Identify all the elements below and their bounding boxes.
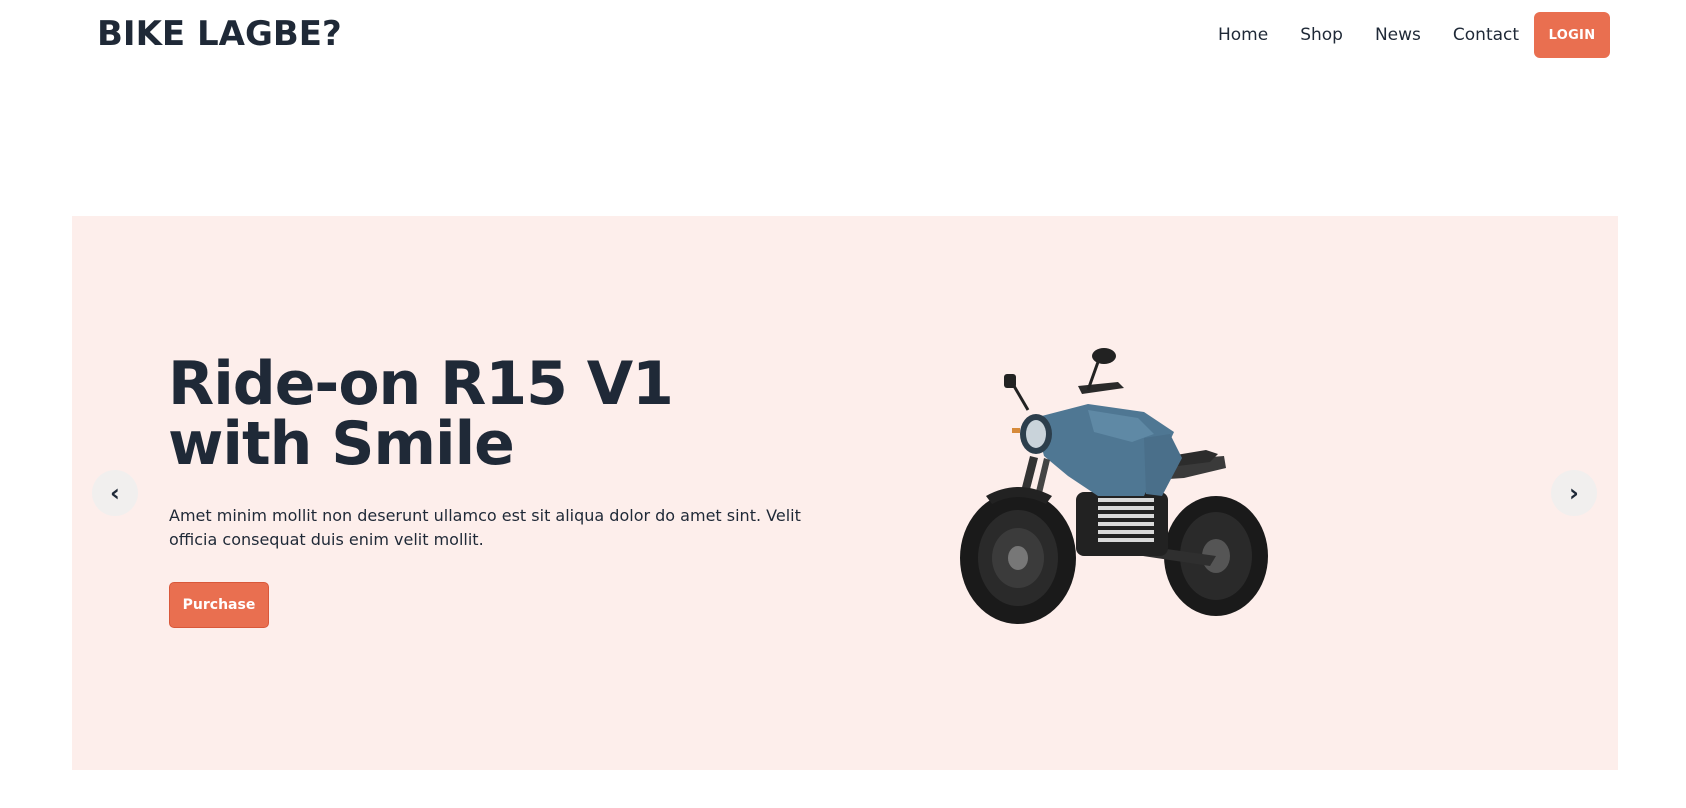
brand-logo[interactable]: BIKE LAGBE?: [97, 12, 342, 56]
carousel-prev-button[interactable]: ‹: [92, 470, 138, 516]
login-button[interactable]: LOGIN: [1534, 12, 1610, 58]
hero-title-line-2: with Smile: [168, 409, 515, 479]
headlight: [1020, 414, 1052, 454]
nav-link-shop[interactable]: Shop: [1300, 22, 1343, 48]
hero-description: Amet minim mollit non deserunt ullamco e…: [169, 506, 801, 549]
nav-link-news[interactable]: News: [1375, 22, 1421, 48]
purchase-button[interactable]: Purchase: [169, 582, 269, 628]
hero-carousel: ‹ Ride-on R15 V1 with Smile Amet minim m…: [72, 216, 1618, 770]
motorcycle-image: [960, 348, 1268, 624]
nav-link-contact[interactable]: Contact: [1453, 22, 1519, 48]
carousel-next-button[interactable]: ›: [1551, 470, 1597, 516]
nav-link-home[interactable]: Home: [1218, 22, 1268, 48]
navbar: BIKE LAGBE? Home Shop News Contact LOGIN: [0, 0, 1686, 72]
front-wheel: [960, 492, 1076, 624]
nav-links: Home Shop News Contact: [1218, 22, 1551, 48]
hero-title: Ride-on R15 V1 with Smile: [168, 354, 808, 474]
